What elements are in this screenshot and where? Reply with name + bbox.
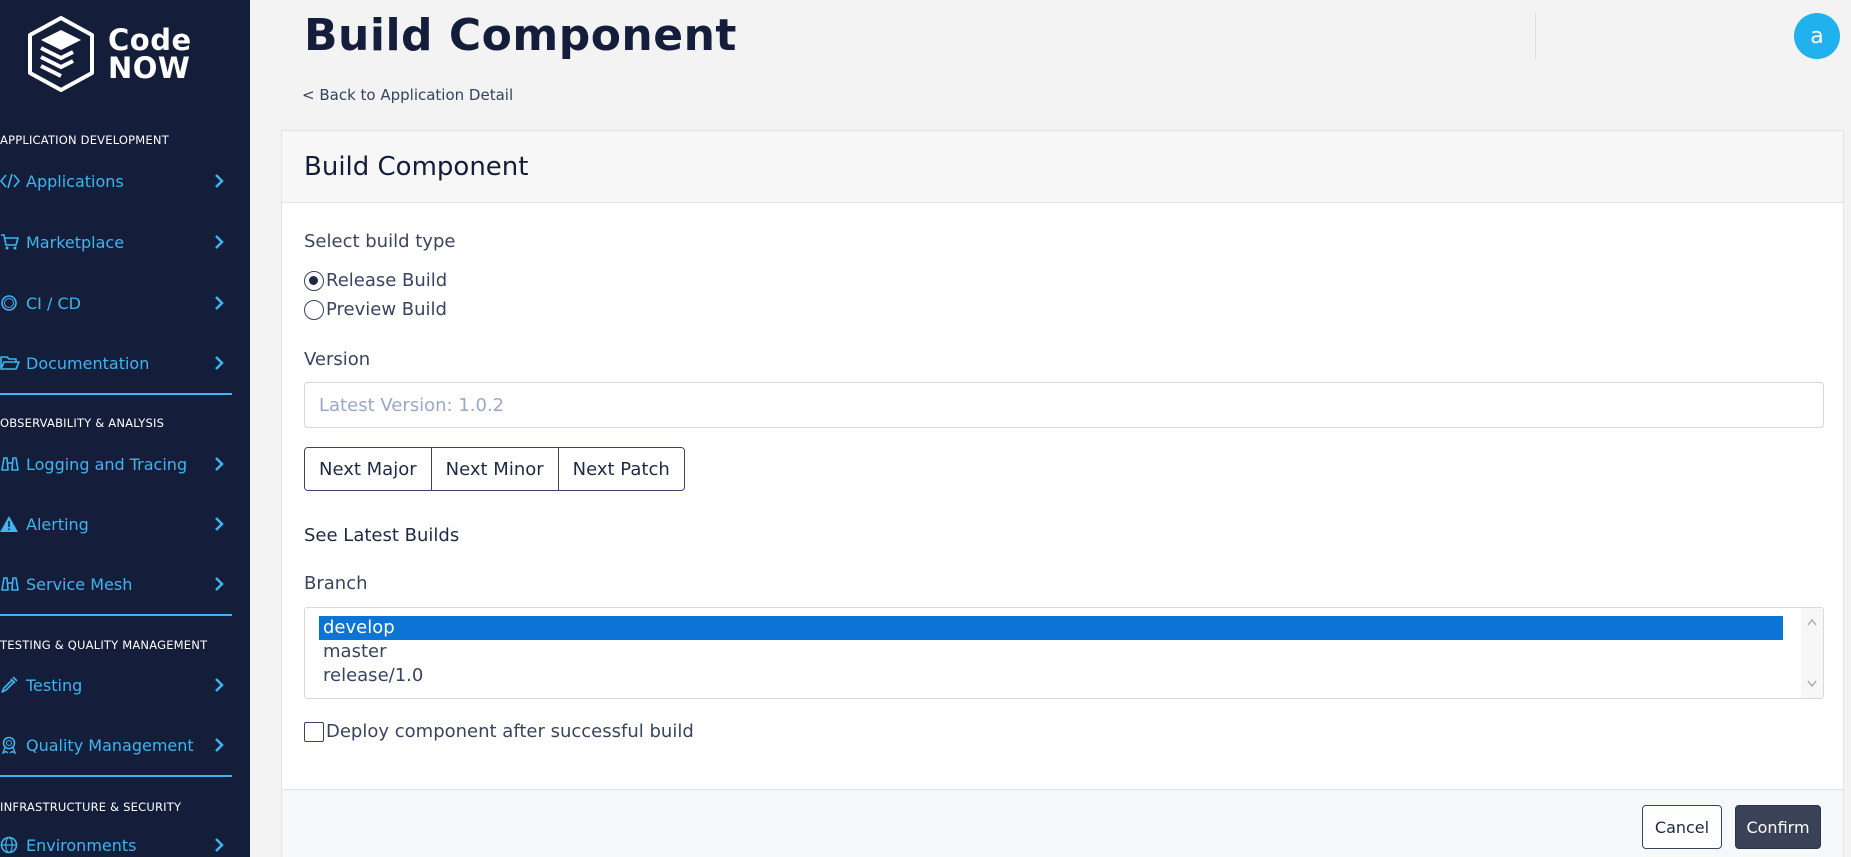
sidebar-item-ci-cd[interactable]: CI / CD: [0, 288, 232, 318]
radio-button-selected[interactable]: [304, 270, 324, 291]
version-label: Version: [304, 349, 371, 370]
branch-list-scrollbar[interactable]: [1801, 608, 1823, 698]
sidebar-item-testing[interactable]: Testing: [0, 670, 232, 700]
folder-open-icon: [0, 353, 24, 373]
sidebar-divider: [0, 614, 232, 616]
next-major-button[interactable]: Next Major: [305, 448, 431, 490]
sidebar-item-environments[interactable]: Environments: [0, 830, 232, 857]
branch-option-release[interactable]: release/1.0: [319, 664, 1783, 688]
sidebar-item-documentation[interactable]: Documentation: [0, 348, 232, 378]
sidebar-divider: [0, 775, 232, 777]
sidebar-item-applications[interactable]: Applications: [0, 166, 232, 196]
chevron-right-icon: [215, 517, 224, 531]
brand-logo[interactable]: Code NOW: [26, 16, 206, 92]
sidebar-item-label: Marketplace: [26, 232, 125, 252]
radio-release-build[interactable]: Release Build: [304, 270, 447, 291]
chevron-right-icon: [215, 174, 224, 188]
card-footer: Cancel Confirm: [282, 789, 1843, 857]
chevron-right-icon: [215, 577, 224, 591]
sidebar-item-service-mesh[interactable]: Service Mesh: [0, 569, 232, 599]
radio-label: Release Build: [326, 270, 448, 291]
page-title: Build Component: [304, 10, 737, 61]
code-icon: [0, 171, 24, 191]
version-input[interactable]: [304, 382, 1824, 428]
chevron-right-icon: [215, 838, 224, 852]
section-label-infrastructure-security: INFRASTRUCTURE & SECURITY: [0, 800, 182, 814]
confirm-button[interactable]: Confirm: [1735, 805, 1821, 849]
sidebar-item-label: Alerting: [26, 514, 89, 534]
binoculars-icon: [0, 454, 24, 474]
see-latest-builds-link[interactable]: See Latest Builds: [304, 525, 459, 546]
sidebar-item-label: Testing: [26, 675, 83, 695]
sidebar-item-label: Applications: [26, 171, 124, 191]
sidebar-item-label: Documentation: [26, 353, 150, 373]
section-label-application-development: APPLICATION DEVELOPMENT: [0, 133, 169, 147]
sidebar-item-label: CI / CD: [26, 293, 81, 313]
checkbox-label: Deploy component after successful build: [326, 721, 694, 742]
sidebar-item-alerting[interactable]: Alerting: [0, 509, 232, 539]
sidebar-item-label: Logging and Tracing: [26, 454, 188, 474]
chevron-right-icon: [215, 457, 224, 471]
brand-name: Code NOW: [108, 23, 192, 85]
next-patch-button[interactable]: Next Patch: [557, 448, 684, 490]
chevron-right-icon: [215, 296, 224, 310]
chevron-right-icon: [215, 356, 224, 370]
radio-preview-build[interactable]: Preview Build: [304, 299, 447, 320]
brand-line-1: Code: [108, 23, 192, 57]
sidebar-item-marketplace[interactable]: Marketplace: [0, 227, 232, 257]
sidebar-item-label: Service Mesh: [26, 574, 133, 594]
sidebar-item-quality-management[interactable]: Quality Management: [0, 730, 232, 760]
header-separator: [1535, 13, 1536, 59]
codenow-logo-icon: [28, 16, 94, 92]
radio-button[interactable]: [304, 299, 324, 320]
section-label-observability: OBSERVABILITY & ANALYSIS: [0, 416, 165, 430]
brand-line-2: NOW: [108, 51, 191, 85]
deploy-after-build-option[interactable]: Deploy component after successful build: [304, 721, 694, 742]
binoculars-icon: [0, 574, 24, 594]
warning-icon: [0, 514, 24, 534]
chevron-right-icon: [215, 738, 224, 752]
award-icon: [0, 735, 24, 755]
version-increment-buttons: Next Major Next Minor Next Patch: [304, 447, 685, 491]
branch-option-master[interactable]: master: [319, 640, 1783, 664]
next-minor-button[interactable]: Next Minor: [430, 448, 558, 490]
deploy-after-build-checkbox[interactable]: [304, 721, 324, 742]
branch-label: Branch: [304, 573, 368, 594]
chevron-right-icon: [215, 235, 224, 249]
branch-option-develop[interactable]: develop: [319, 616, 1783, 640]
card-title: Build Component: [282, 131, 1843, 203]
eyedropper-icon: [0, 675, 24, 695]
section-label-testing-quality: TESTING & QUALITY MANAGEMENT: [0, 638, 208, 652]
back-to-application-detail-link[interactable]: < Back to Application Detail: [302, 86, 513, 104]
radio-label: Preview Build: [326, 299, 447, 320]
sidebar-item-label: Quality Management: [26, 735, 194, 755]
scroll-up-icon[interactable]: [1807, 618, 1817, 626]
build-component-card: Build Component Select build type Releas…: [281, 130, 1844, 857]
scroll-down-icon[interactable]: [1807, 680, 1817, 688]
user-avatar[interactable]: a: [1794, 13, 1840, 59]
sidebar-divider: [0, 393, 232, 395]
sidebar-item-label: Environments: [26, 835, 137, 855]
cancel-button[interactable]: Cancel: [1642, 805, 1722, 849]
chevron-right-icon: [215, 678, 224, 692]
sidebar: Code NOW APPLICATION DEVELOPMENT Applica…: [0, 0, 250, 857]
build-type-label: Select build type: [304, 231, 456, 252]
cart-icon: [0, 232, 24, 252]
branch-select-list[interactable]: develop master release/1.0: [304, 607, 1824, 699]
globe-icon: [0, 835, 24, 855]
sidebar-item-logging-and-tracing[interactable]: Logging and Tracing: [0, 449, 232, 479]
circle-icon: [0, 293, 24, 313]
